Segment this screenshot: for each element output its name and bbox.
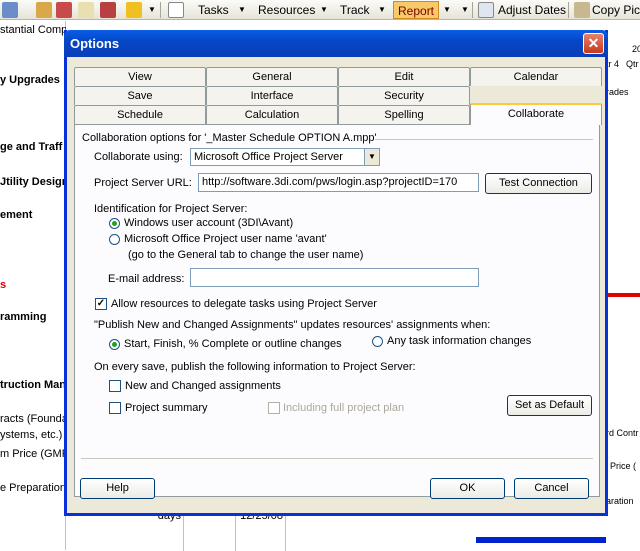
project-summary-label[interactable]: Project summary: [125, 402, 208, 414]
including-full-label[interactable]: Including full project plan: [283, 402, 404, 414]
project-username-radio[interactable]: [109, 234, 120, 245]
project-username-label[interactable]: Microsoft Office Project user name 'avan…: [124, 233, 327, 245]
gantt-chart-area: 20 tr 4 Qtr rades rd Contr Price ( arati…: [606, 21, 640, 550]
gantt-bar-label: rades: [606, 87, 629, 97]
task-row[interactable]: ement: [0, 209, 66, 221]
document-icon[interactable]: [78, 2, 94, 18]
task-row[interactable]: truction Man: [0, 379, 66, 391]
tab-general[interactable]: General: [206, 67, 338, 86]
task-row[interactable]: m Price (GMP: [0, 448, 66, 460]
gantt-header-quarter: Qtr: [626, 59, 639, 69]
calendar-icon[interactable]: [56, 2, 72, 18]
task-row[interactable]: ystems, etc.): [0, 429, 66, 441]
gantt-bar-label: rd Contr: [606, 428, 639, 438]
resources-menu[interactable]: Resources: [254, 1, 319, 19]
warning-icon[interactable]: [126, 2, 142, 18]
new-changed-checkbox[interactable]: [109, 380, 121, 392]
gantt-baseline-bar[interactable]: [476, 537, 606, 543]
help-button[interactable]: Help: [80, 478, 155, 499]
tab-security[interactable]: Security: [338, 86, 470, 105]
adjust-dates-button[interactable]: Adjust Dates: [494, 1, 570, 19]
start-finish-label[interactable]: Start, Finish, % Complete or outline cha…: [124, 338, 342, 350]
collaborate-using-value: Microsoft Office Project Server: [194, 151, 343, 163]
task-row[interactable]: stantial Compl: [0, 24, 66, 36]
set-default-button[interactable]: Set as Default: [507, 395, 592, 416]
windows-account-radio[interactable]: [109, 218, 120, 229]
list-icon[interactable]: [168, 2, 184, 18]
allow-delegate-checkbox[interactable]: ✓: [95, 298, 107, 310]
task-name-column: stantial Compl y Upgrades ge and Traff J…: [0, 21, 66, 550]
task-row[interactable]: y Upgrades: [0, 74, 66, 86]
tab-schedule[interactable]: Schedule: [74, 105, 206, 124]
start-finish-radio[interactable]: [109, 339, 120, 350]
task-row[interactable]: s: [0, 279, 66, 291]
chevron-down-icon[interactable]: ▼: [378, 1, 386, 19]
options-dialog: Options ✕ View General Edit Calendar Sav…: [64, 30, 608, 516]
allow-delegate-label[interactable]: Allow resources to delegate tasks using …: [111, 298, 377, 310]
chevron-down-icon[interactable]: ▼: [238, 1, 246, 19]
adjust-dates-icon: [478, 2, 494, 18]
tab-calendar[interactable]: Calendar: [470, 67, 602, 86]
section-title: Collaboration options for '_Master Sched…: [82, 132, 377, 144]
tab-edit[interactable]: Edit: [338, 67, 470, 86]
including-full-checkbox[interactable]: [268, 402, 280, 414]
resource-icon[interactable]: [36, 2, 52, 18]
ok-button[interactable]: OK: [430, 478, 505, 499]
tab-calculation[interactable]: Calculation: [206, 105, 338, 124]
any-task-radio[interactable]: [372, 336, 383, 347]
publish-label: "Publish New and Changed Assignments" up…: [94, 319, 491, 331]
collaborate-panel: Collaboration options for '_Master Sched…: [74, 124, 600, 497]
dropdown-arrow-icon[interactable]: ▼: [461, 1, 469, 19]
on-save-label: On every save, publish the following inf…: [94, 361, 416, 373]
email-input[interactable]: [190, 268, 479, 287]
task-row[interactable]: ge and Traff: [0, 141, 66, 153]
gantt-bar-label: Price (: [610, 461, 637, 471]
tab-save[interactable]: Save: [74, 86, 206, 105]
chevron-down-icon[interactable]: ▼: [320, 1, 328, 19]
email-label: E-mail address:: [108, 273, 185, 285]
any-task-label[interactable]: Any task information changes: [387, 335, 531, 347]
dropdown-arrow-icon[interactable]: ▼: [148, 1, 156, 19]
task-row[interactable]: racts (Founda: [0, 413, 66, 425]
task-row[interactable]: e Preparation: [0, 482, 66, 494]
report-menu[interactable]: Report: [393, 1, 440, 19]
gantt-bar-label: aration: [606, 496, 634, 506]
windows-account-label[interactable]: Windows user account (3DI\Avant): [124, 217, 293, 229]
gantt-summary-bar[interactable]: [606, 293, 640, 297]
tasks-menu[interactable]: Tasks: [194, 1, 233, 19]
new-changed-label[interactable]: New and Changed assignments: [125, 380, 281, 392]
track-menu[interactable]: Track: [336, 1, 374, 19]
gantt-header-year: 20: [632, 44, 640, 54]
chevron-down-icon[interactable]: ▼: [364, 149, 379, 165]
tab-interface[interactable]: Interface: [206, 86, 338, 105]
project-summary-checkbox[interactable]: [109, 402, 121, 414]
project-toolbar: ▼ Tasks ▼ Resources ▼ Track ▼ Report ▼ ▼…: [0, 0, 640, 20]
task-row[interactable]: ramming: [0, 311, 66, 323]
tool-icon[interactable]: [2, 2, 18, 18]
task-row[interactable]: Jtility Design: [0, 176, 66, 188]
tab-collaborate[interactable]: Collaborate: [470, 103, 602, 125]
test-connection-button[interactable]: Test Connection: [485, 173, 592, 194]
chevron-down-icon[interactable]: ▼: [443, 1, 451, 19]
dialog-client: View General Edit Calendar Save Interfac…: [67, 57, 605, 513]
server-url-input[interactable]: http://software.3di.com/pws/login.asp?pr…: [198, 173, 479, 192]
server-url-label: Project Server URL:: [94, 177, 192, 189]
collaborate-using-label: Collaborate using:: [94, 151, 183, 163]
tab-spelling[interactable]: Spelling: [338, 105, 470, 124]
table-icon[interactable]: [100, 2, 116, 18]
dialog-title: Options: [70, 36, 120, 51]
project-username-hint: (go to the General tab to change the use…: [128, 249, 364, 261]
dialog-titlebar[interactable]: Options ✕: [64, 30, 608, 57]
close-button[interactable]: ✕: [583, 33, 604, 54]
collaborate-using-select[interactable]: Microsoft Office Project Server ▼: [190, 148, 380, 166]
copy-picture-button[interactable]: Copy Pic: [588, 1, 640, 19]
identification-label: Identification for Project Server:: [94, 203, 248, 215]
tab-view[interactable]: View: [74, 67, 206, 86]
cancel-button[interactable]: Cancel: [514, 478, 589, 499]
